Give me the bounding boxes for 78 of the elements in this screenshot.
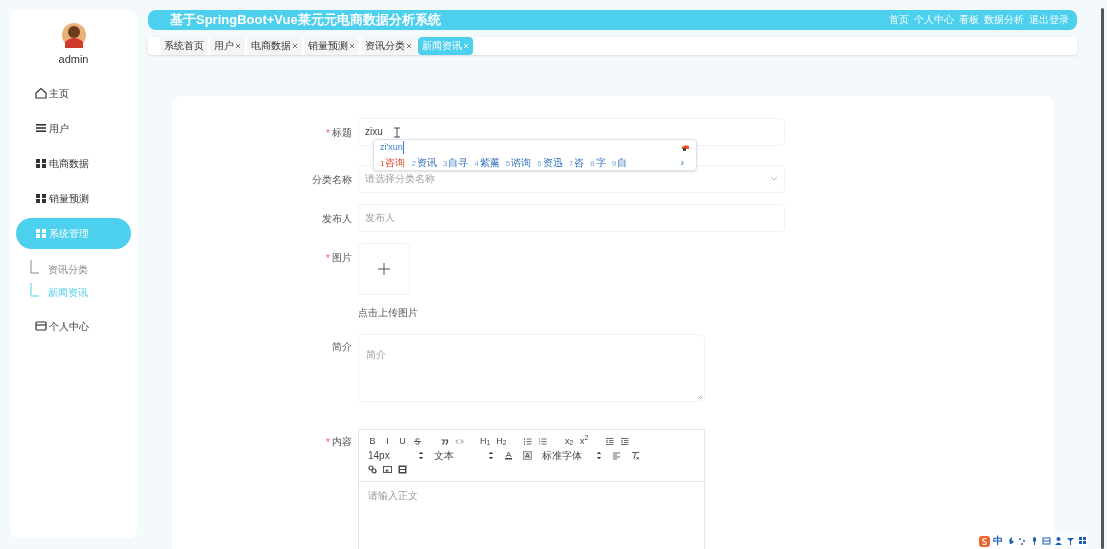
required-mark: * (325, 250, 330, 266)
tab[interactable]: 资讯分类 (361, 36, 416, 55)
person-icon (1054, 536, 1063, 546)
skin-icon (681, 144, 690, 151)
card-icon (34, 319, 48, 333)
rich-text-editor[interactable]: B I U H$_{1}$ H$_{2}$ x$_{2}$ x$^{2}$ 14px 文本 标准字体 请输入正文 (358, 428, 705, 549)
font-color-icon (504, 450, 513, 460)
close-icon (235, 42, 241, 49)
field-label: 分类名称 (312, 172, 352, 187)
field-label: 图片 (332, 250, 352, 265)
toolbar-button[interactable]: H$_{1}$ (480, 435, 491, 447)
dropdown-select[interactable]: 标准字体 (542, 447, 602, 463)
updown-icon (488, 450, 494, 460)
moon-icon (1006, 536, 1015, 546)
tree-line (30, 282, 40, 297)
home-icon (34, 86, 48, 100)
upload-hint: 点击上传图片 (358, 305, 418, 320)
field-label: 发布人 (322, 211, 352, 226)
menu-item[interactable]: 用户 (16, 112, 131, 144)
close-icon (292, 42, 298, 49)
code-icon (455, 436, 464, 446)
updown-icon (418, 450, 424, 460)
required-mark: * (325, 125, 330, 141)
chevron-down-icon (770, 176, 778, 181)
grid-icon (34, 191, 48, 205)
microphone-icon (1030, 536, 1039, 546)
toolbar-button[interactable]: I (383, 435, 392, 447)
field-label: 内容 (332, 434, 352, 449)
bullet-list-icon (537, 436, 547, 446)
align-icon (612, 450, 621, 460)
field-label: 标题 (332, 125, 352, 140)
ordered-list-icon (522, 436, 532, 446)
text-cursor-icon (393, 126, 401, 138)
tab[interactable]: 用户 (210, 36, 245, 55)
indent-icon (619, 436, 629, 446)
image-icon (383, 464, 392, 474)
grid-icon (1078, 536, 1087, 546)
resize-handle-icon (698, 394, 703, 400)
ime-composition: zi'xun (380, 140, 404, 155)
dropdown-select[interactable]: 文本 (434, 447, 494, 463)
tree-line (30, 259, 40, 274)
close-icon (406, 42, 412, 49)
menu-item[interactable]: 个人中心 (16, 310, 131, 342)
updown-icon (596, 450, 602, 460)
submenu-item[interactable]: 资讯分类 (48, 261, 88, 277)
dropdown-select[interactable]: 14px (368, 447, 424, 463)
toolbar-button[interactable]: U (398, 435, 407, 447)
avatar-icon (60, 22, 87, 48)
list-icon (34, 121, 48, 135)
toolbar-button[interactable]: x$_{2}$ (564, 435, 574, 447)
grid-icon (34, 226, 48, 240)
system-title: 基于SpringBoot+Vue莱元元电商数据分析系统 (170, 11, 441, 29)
menu-item[interactable]: 主页 (16, 77, 131, 109)
menu-item[interactable]: 销量预测 (16, 182, 131, 214)
menu-item[interactable]: 电商数据 (16, 147, 131, 179)
field-label: 简介 (332, 339, 352, 354)
upload-button[interactable] (358, 242, 410, 295)
outdent-icon (604, 436, 614, 446)
ime-mode: 中 (993, 535, 1003, 547)
grid-icon (34, 156, 48, 170)
tab[interactable]: 销量预测 (304, 36, 359, 55)
quote-icon (440, 436, 449, 446)
close-icon (463, 42, 469, 49)
required-mark: * (325, 434, 330, 450)
tab[interactable]: 系统首页 (160, 36, 208, 55)
username: admin (58, 52, 89, 67)
highlight-icon (523, 450, 532, 460)
toolbar-button[interactable]: x$^{2}$ (579, 435, 589, 447)
link-icon (368, 464, 377, 474)
clear-format-icon (631, 450, 640, 460)
dots-icon (1018, 536, 1027, 546)
tab[interactable]: 电商数据 (247, 36, 302, 55)
plus-icon (378, 262, 390, 275)
strikethrough-icon (413, 436, 422, 446)
toolbar-button[interactable]: B (368, 435, 377, 447)
toolbar-button[interactable]: H$_{2}$ (496, 435, 507, 447)
video-icon (398, 464, 407, 474)
close-icon (349, 42, 355, 49)
